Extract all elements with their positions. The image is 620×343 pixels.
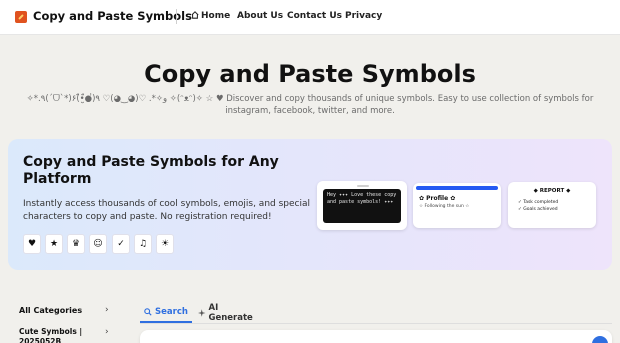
banner-description: Instantly access thousands of cool symbo… <box>23 199 311 222</box>
symbol-sun-button[interactable]: ☀ <box>156 234 174 254</box>
report-preview-card: ◆ REPORT ◆ ✓ Task completed ✓ Goals achi… <box>508 182 596 228</box>
tab-search[interactable]: Search <box>140 303 192 323</box>
profile-preview-card: ✿ Profile ✿ ☆ Following the sun ☆ <box>413 183 501 228</box>
banner-title: Copy and Paste Symbols for Any Platform <box>23 154 279 187</box>
all-categories-link[interactable]: All Categories <box>19 306 82 315</box>
card-handle <box>357 185 369 187</box>
profile-card-bar <box>416 186 498 190</box>
tab-ai-generate[interactable]: AI Generate <box>198 303 262 323</box>
search-input[interactable] <box>140 330 612 343</box>
nav-contact[interactable]: Contact Us <box>287 11 342 21</box>
profile-card-subtitle: ☆ Following the sun ☆ <box>419 204 470 209</box>
tabs-divider <box>140 323 612 324</box>
profile-card-title: ✿ Profile ✿ <box>419 195 456 202</box>
tab-ai-label: AI Generate <box>208 303 253 323</box>
terminal-preview-card: Hey ✦✦✦ Love these copy and paste symbol… <box>317 181 407 230</box>
chevron-right-icon[interactable]: › <box>105 327 109 337</box>
terminal-window: Hey ✦✦✦ Love these copy and paste symbol… <box>323 189 401 223</box>
page-title: Copy and Paste Symbols <box>144 60 476 88</box>
site-logo-icon[interactable] <box>15 11 27 23</box>
terminal-text: Hey ✦✦✦ Love these copy and paste symbol… <box>327 192 397 205</box>
symbol-music-button[interactable]: ♫ <box>134 234 152 254</box>
symbol-check-button[interactable]: ✓ <box>112 234 130 254</box>
nav-privacy[interactable]: Privacy <box>345 11 382 21</box>
page-subtitle: ✧*.٩(ˊᗜˋ*)و✧*. ♡(◕‿◕)♡ ٩(̾●̮̮̃̾•̃̾)۶ ✧(ᵔ… <box>26 94 594 116</box>
header-divider <box>176 9 177 24</box>
nav-home[interactable]: Home <box>191 11 230 21</box>
site-title[interactable]: Copy and Paste Symbols <box>33 9 192 23</box>
symbol-star-button[interactable]: ★ <box>45 234 63 254</box>
tab-search-label: Search <box>155 307 188 317</box>
report-card-line: ✓ Goals achieved <box>518 207 558 212</box>
symbol-smile-button[interactable]: ☺ <box>89 234 107 254</box>
symbol-crown-button[interactable]: ♛ <box>67 234 85 254</box>
home-icon <box>191 11 199 19</box>
category-item[interactable]: Cute Symbols | 2025052B <box>19 327 99 343</box>
symbol-heart-button[interactable]: ♥ <box>23 234 41 254</box>
chevron-right-icon[interactable]: › <box>105 305 109 315</box>
report-card-line: ✓ Task completed <box>518 200 559 205</box>
sparkle-icon <box>198 309 206 317</box>
nav-about[interactable]: About Us <box>237 11 283 21</box>
search-icon <box>144 308 152 316</box>
report-card-title: ◆ REPORT ◆ <box>533 188 571 194</box>
nav-home-label: Home <box>201 11 231 21</box>
